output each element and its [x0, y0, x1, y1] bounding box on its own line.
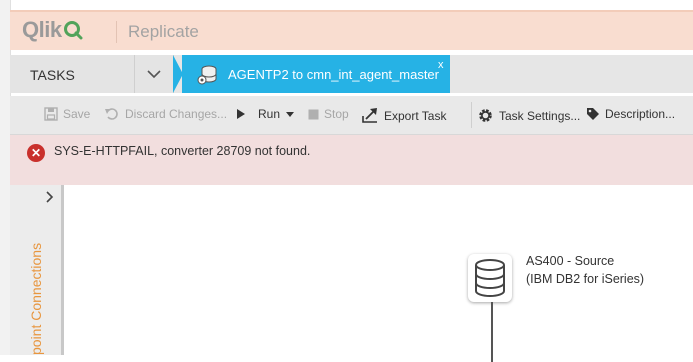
- discard-changes-label: Discard Changes...: [125, 107, 228, 121]
- tag-icon: [587, 108, 599, 120]
- error-icon: ✕: [27, 144, 45, 162]
- undo-icon: [105, 108, 118, 120]
- run-label: Run: [258, 107, 281, 121]
- source-node-type: (IBM DB2 for iSeries): [526, 272, 645, 286]
- play-icon: [237, 109, 245, 119]
- task-database-icon: [197, 65, 217, 85]
- save-icon: [44, 107, 58, 121]
- app-name: Replicate: [128, 22, 199, 41]
- active-task-label: AGENTP2 to cmn_int_agent_master: [228, 67, 439, 82]
- run-button[interactable]: Run: [236, 107, 295, 121]
- task-settings-button[interactable]: Task Settings...: [477, 107, 580, 124]
- close-tab-button[interactable]: x: [438, 59, 444, 71]
- tabs-bar: TASKS AGENTP2 to cmn_int_agent_master x: [10, 55, 693, 93]
- endpoint-connections-label: point Connections: [28, 242, 44, 355]
- chevron-down-icon: [147, 70, 161, 79]
- source-endpoint-node[interactable]: [468, 254, 512, 302]
- qlik-logo: Qlik: [22, 17, 83, 42]
- discard-changes-button[interactable]: Discard Changes...: [104, 107, 227, 121]
- logo-text: Qlik: [22, 17, 62, 42]
- gear-icon: [479, 109, 492, 122]
- save-label: Save: [63, 107, 91, 121]
- export-task-button[interactable]: Export Task: [362, 107, 446, 124]
- caret-down-icon: [286, 112, 295, 117]
- app-header: Qlik Replicate: [10, 10, 693, 50]
- tasks-dropdown-button[interactable]: [135, 55, 174, 93]
- description-label: Description...: [605, 107, 676, 121]
- task-designer-canvas: AS400 - Source (IBM DB2 for iSeries): [64, 185, 693, 362]
- node-connector-line: [491, 302, 493, 362]
- endpoint-connections-panel[interactable]: point Connections: [10, 185, 64, 355]
- stop-label: Stop: [324, 107, 349, 121]
- tasks-tab[interactable]: TASKS: [10, 55, 135, 93]
- export-icon: [362, 108, 377, 123]
- source-node-name: AS400 - Source: [526, 254, 615, 268]
- qlik-q-icon: [63, 21, 83, 40]
- header-divider: [116, 21, 117, 43]
- error-banner: ✕ SYS-E-HTTPFAIL, converter 28709 not fo…: [10, 135, 693, 185]
- toolbar: Save Discard Changes... Run Stop Export …: [10, 96, 693, 135]
- description-button[interactable]: Description...: [586, 107, 675, 121]
- tab-active-task[interactable]: AGENTP2 to cmn_int_agent_master x: [182, 55, 450, 93]
- stop-icon: [308, 109, 319, 119]
- toolbar-separator: [471, 102, 472, 128]
- export-task-label: Export Task: [384, 108, 447, 123]
- tasks-tab-label: TASKS: [30, 67, 75, 83]
- error-message: SYS-E-HTTPFAIL, converter 28709 not foun…: [54, 144, 311, 158]
- task-settings-label: Task Settings...: [499, 108, 581, 123]
- stop-button[interactable]: Stop: [308, 107, 349, 121]
- save-button[interactable]: Save: [44, 107, 90, 121]
- chevron-right-icon[interactable]: [46, 191, 54, 203]
- database-icon: [475, 259, 505, 297]
